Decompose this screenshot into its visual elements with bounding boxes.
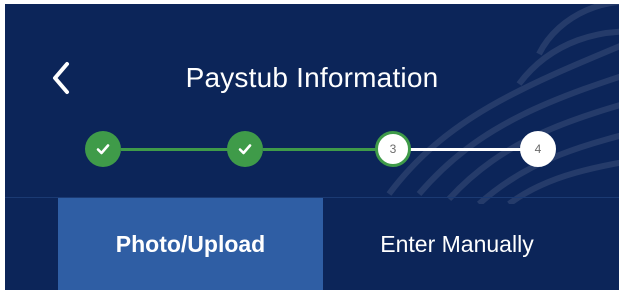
app-screen: Paystub Information 3 4 Photo/Upload Ent…	[5, 4, 619, 290]
step-1-complete	[85, 131, 121, 167]
checkmark-icon	[96, 144, 110, 155]
checkmark-icon	[238, 144, 252, 155]
progress-stepper: 3 4	[5, 122, 619, 182]
step-4-pending: 4	[520, 131, 556, 167]
step-4-number: 4	[534, 142, 542, 156]
tab-enter-manually-label: Enter Manually	[380, 230, 534, 257]
step-connector-3-4	[410, 148, 530, 151]
tab-enter-manually[interactable]: Enter Manually	[323, 198, 591, 290]
tab-photo-upload-label: Photo/Upload	[115, 230, 266, 257]
step-3-current: 3	[375, 131, 411, 167]
tab-photo-upload[interactable]: Photo/Upload	[58, 198, 323, 290]
page-title: Paystub Information	[185, 62, 439, 93]
step-2-complete	[227, 131, 263, 167]
step-connector-2-3	[263, 148, 391, 151]
step-3-number: 3	[389, 142, 397, 156]
